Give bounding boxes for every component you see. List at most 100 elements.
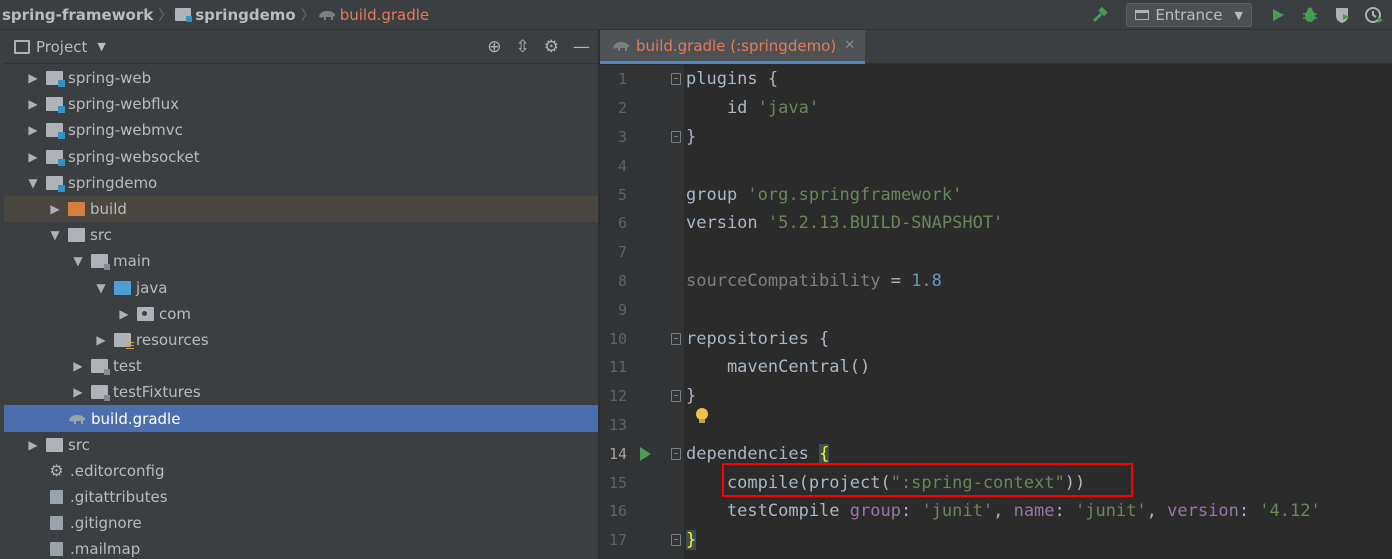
code-token: name xyxy=(1013,501,1055,522)
code-line[interactable]: 1 plugins { xyxy=(600,65,1392,94)
tree-item-label: .mailmap xyxy=(70,540,141,559)
fold-open-icon[interactable] xyxy=(671,447,681,460)
expand-arrow-icon[interactable]: ▶ xyxy=(26,97,40,111)
collapse-arrow-icon[interactable]: ▼ xyxy=(94,281,108,295)
tree-item-gitignore[interactable]: .gitignore xyxy=(4,510,598,536)
source-set-folder-icon xyxy=(91,385,110,402)
profile-icon[interactable] xyxy=(1362,3,1386,27)
tree-item-java[interactable]: ▼ java xyxy=(4,275,598,301)
expand-arrow-icon[interactable]: ▶ xyxy=(26,438,40,452)
tree-item-label: main xyxy=(113,252,151,271)
code-line[interactable]: 10 repositories { xyxy=(600,324,1392,353)
debug-icon[interactable] xyxy=(1298,3,1322,27)
gear-icon[interactable]: ⚙ xyxy=(544,37,559,57)
locate-icon[interactable]: ⊕ xyxy=(487,37,501,57)
project-tree: ▶ spring-web ▶ spring-webflux ▶ spring-w… xyxy=(4,65,598,559)
code-line[interactable]: 16 testCompile group: 'junit', name: 'ju… xyxy=(600,497,1392,526)
expand-arrow-icon[interactable]: ▶ xyxy=(71,359,85,373)
tree-item-springdemo[interactable]: ▼ springdemo xyxy=(4,170,598,196)
expand-arrow-icon[interactable]: ▶ xyxy=(117,307,131,321)
code-line[interactable]: 3} xyxy=(600,123,1392,152)
tree-item-gitattributes[interactable]: .gitattributes xyxy=(4,484,598,510)
tree-item-spring-webmvc[interactable]: ▶ spring-webmvc xyxy=(4,117,598,143)
code-line[interactable]: 17} xyxy=(600,526,1392,555)
expand-arrow-icon[interactable]: ▶ xyxy=(71,385,85,399)
project-header: Project ▼ ⊕ ⇳ ⚙ — xyxy=(4,30,598,64)
expand-arrow-icon[interactable]: ▶ xyxy=(94,333,108,347)
code-line[interactable]: 12} xyxy=(600,382,1392,411)
file-icon xyxy=(50,542,63,557)
project-view-selector[interactable]: Project ▼ xyxy=(14,38,106,56)
coverage-icon[interactable] xyxy=(1330,3,1354,27)
code-text: } xyxy=(686,127,696,147)
tree-item-editorconfig[interactable]: ⚙ .editorconfig xyxy=(4,458,598,484)
code-line[interactable]: 6 version '5.2.13.BUILD-SNAPSHOT' xyxy=(600,209,1392,238)
code-line[interactable]: 8 sourceCompatibility = 1.8 xyxy=(600,267,1392,296)
tree-item-root-src[interactable]: ▶ src xyxy=(4,432,598,458)
run-icon[interactable] xyxy=(1266,3,1290,27)
module-folder-icon xyxy=(46,97,65,114)
code-line[interactable]: 11 mavenCentral() xyxy=(600,353,1392,382)
code-token: group xyxy=(686,184,748,205)
close-icon[interactable]: ✕ xyxy=(844,38,855,53)
editor-tab-build-gradle[interactable]: build.gradle (:springdemo) ✕ xyxy=(600,30,866,64)
tree-item-spring-websocket[interactable]: ▶ spring-websocket xyxy=(4,144,598,170)
expand-arrow-icon[interactable]: ▶ xyxy=(48,202,62,216)
tree-item-src[interactable]: ▼ src xyxy=(4,222,598,248)
code-token: plugins { xyxy=(686,69,779,90)
code-text: repositories { xyxy=(686,329,829,349)
expand-arrow-icon[interactable]: ▶ xyxy=(26,150,40,164)
code-line[interactable]: 5 group 'org.springframework' xyxy=(600,180,1392,209)
lightbulb-icon[interactable] xyxy=(696,407,708,423)
module-folder-icon xyxy=(175,8,193,22)
tree-item-mailmap[interactable]: .mailmap xyxy=(4,536,598,559)
code-line[interactable]: 9 xyxy=(600,295,1392,324)
collapse-arrow-icon[interactable]: ▼ xyxy=(26,176,40,190)
tree-item-label: spring-webmvc xyxy=(68,121,183,140)
tree-item-test[interactable]: ▶ test xyxy=(4,353,598,379)
tree-item-label: build.gradle xyxy=(91,409,181,428)
code-line[interactable]: 7 xyxy=(600,238,1392,267)
line-number: 13 xyxy=(608,415,627,434)
line-number: 12 xyxy=(608,387,627,406)
code-token: , xyxy=(993,501,1014,522)
code-token: version xyxy=(686,213,768,234)
code-line[interactable]: 4 xyxy=(600,151,1392,180)
code-token: 'org.springframework' xyxy=(747,184,963,205)
tree-item-build-gradle[interactable]: build.gradle xyxy=(4,405,598,432)
tree-item-label: build xyxy=(90,200,127,219)
line-number: 11 xyxy=(608,358,627,377)
expand-arrow-icon[interactable]: ▶ xyxy=(26,71,40,85)
tree-item-main[interactable]: ▼ main xyxy=(4,248,598,274)
fold-close-icon[interactable] xyxy=(671,534,681,547)
hammer-icon[interactable] xyxy=(1088,3,1112,27)
tree-item-label: java xyxy=(136,278,168,297)
tree-item-testfixtures[interactable]: ▶ testFixtures xyxy=(4,379,598,405)
fold-open-icon[interactable] xyxy=(671,332,681,345)
fold-close-icon[interactable] xyxy=(671,130,681,143)
tree-item-label: src xyxy=(68,435,90,454)
tree-item-resources[interactable]: ▶ resources xyxy=(4,327,598,353)
code-line[interactable]: 2 id 'java' xyxy=(600,94,1392,123)
code-token: { xyxy=(819,443,830,464)
run-configuration-select[interactable]: Entrance ▼ xyxy=(1126,3,1252,27)
code-text: version '5.2.13.BUILD-SNAPSHOT' xyxy=(686,213,1003,233)
fold-close-icon[interactable] xyxy=(671,390,681,403)
tree-item-com[interactable]: ▶ com xyxy=(4,301,598,327)
collapse-arrow-icon[interactable]: ▼ xyxy=(71,254,85,268)
breadcrumb-item-module[interactable]: springdemo xyxy=(175,0,297,29)
tree-item-build[interactable]: ▶ build xyxy=(4,195,598,223)
run-gutter-icon[interactable] xyxy=(640,446,651,461)
expand-arrow-icon[interactable]: ▶ xyxy=(26,123,40,137)
breadcrumb-item-file[interactable]: build.gradle xyxy=(318,0,431,29)
tree-item-spring-web[interactable]: ▶ spring-web xyxy=(4,65,598,91)
code-line[interactable]: 13 xyxy=(600,407,1392,440)
main-toolbar: Entrance ▼ xyxy=(1088,0,1392,30)
collapse-arrow-icon[interactable]: ▼ xyxy=(48,228,62,242)
collapse-all-icon[interactable]: ⇳ xyxy=(516,37,530,57)
breadcrumb-item-project[interactable]: spring-framework xyxy=(2,0,155,29)
fold-open-icon[interactable] xyxy=(671,73,681,86)
minimize-icon[interactable]: — xyxy=(573,37,590,57)
code-token: : xyxy=(900,501,922,522)
tree-item-spring-webflux[interactable]: ▶ spring-webflux xyxy=(4,91,598,117)
